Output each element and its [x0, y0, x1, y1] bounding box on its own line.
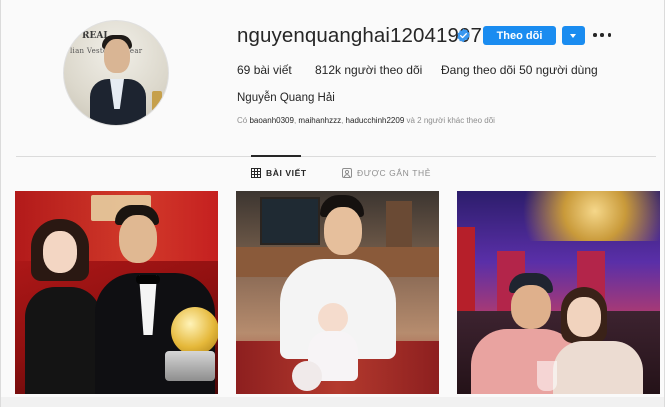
followers-stat[interactable]: 812k người theo dõi — [315, 63, 422, 77]
person-top — [553, 341, 643, 394]
tabs-divider — [16, 156, 656, 157]
follower-account-2[interactable]: maihanhzzz — [298, 116, 341, 125]
follower-account-3[interactable]: haducchinh2209 — [346, 116, 405, 125]
wine-glass — [537, 361, 557, 391]
profile-full-name: Nguyễn Quang Hải — [237, 92, 335, 104]
post-thumbnail-2[interactable] — [236, 191, 439, 394]
baby-face — [318, 303, 348, 333]
post-thumbnail-1[interactable] — [15, 191, 218, 394]
active-tab-indicator — [251, 155, 301, 157]
suggested-accounts-button[interactable] — [562, 26, 585, 45]
verified-badge-icon — [457, 28, 470, 43]
posts-label: bài viết — [250, 63, 292, 77]
tab-posts-label: BÀI VIẾT — [266, 168, 307, 178]
followers-count: 812k — [315, 63, 342, 77]
followed-by-prefix: Có — [237, 116, 250, 125]
person-face — [43, 231, 77, 273]
tab-tagged-label: ĐƯỢC GẮN THẺ — [357, 168, 432, 178]
stuffed-toy — [292, 361, 322, 391]
tagged-icon — [342, 168, 352, 178]
tab-posts[interactable]: BÀI VIẾT — [251, 168, 307, 178]
page-bottom-edge — [1, 397, 664, 407]
avatar-face — [104, 39, 130, 73]
profile-username: nguyenquanghai12041997 — [237, 24, 483, 47]
golden-ball-trophy — [171, 307, 218, 355]
profile-page: REAL lian Veston nswear nguyenquanghai12… — [0, 0, 665, 407]
followers-label: người theo dõi — [341, 63, 423, 77]
bow-tie — [136, 275, 160, 284]
followed-by-text[interactable]: Có baoanh0309, maihanhzzz, haducchinh220… — [237, 116, 495, 125]
following-count: 50 — [519, 63, 533, 77]
person-face — [119, 215, 157, 263]
tab-tagged[interactable]: ĐƯỢC GẮN THẺ — [342, 168, 431, 178]
profile-avatar[interactable]: REAL lian Veston nswear — [63, 20, 169, 126]
avatar-trophy — [152, 91, 162, 111]
followed-by-suffix: và 2 người khác theo dõi — [404, 116, 495, 125]
person-face — [324, 207, 362, 255]
follow-button[interactable]: Theo dõi — [483, 26, 556, 45]
chandelier — [497, 191, 660, 241]
following-prefix: Đang theo dõi — [441, 63, 520, 77]
person-face — [567, 297, 601, 337]
caret-down-icon — [570, 34, 576, 38]
person-dress — [25, 287, 101, 394]
post-thumbnail-3[interactable] — [457, 191, 660, 394]
tv-screen — [260, 197, 320, 245]
following-stat[interactable]: Đang theo dõi 50 người dùng — [441, 63, 598, 77]
posts-count-stat: 69 bài viết — [237, 63, 292, 77]
person-face — [511, 285, 551, 329]
more-options-icon[interactable] — [593, 28, 611, 42]
posts-count: 69 — [237, 63, 251, 77]
following-label: người dùng — [532, 63, 598, 77]
grid-icon — [251, 168, 261, 178]
trophy-base — [165, 351, 215, 381]
follower-account-1[interactable]: baoanh0309 — [249, 116, 294, 125]
